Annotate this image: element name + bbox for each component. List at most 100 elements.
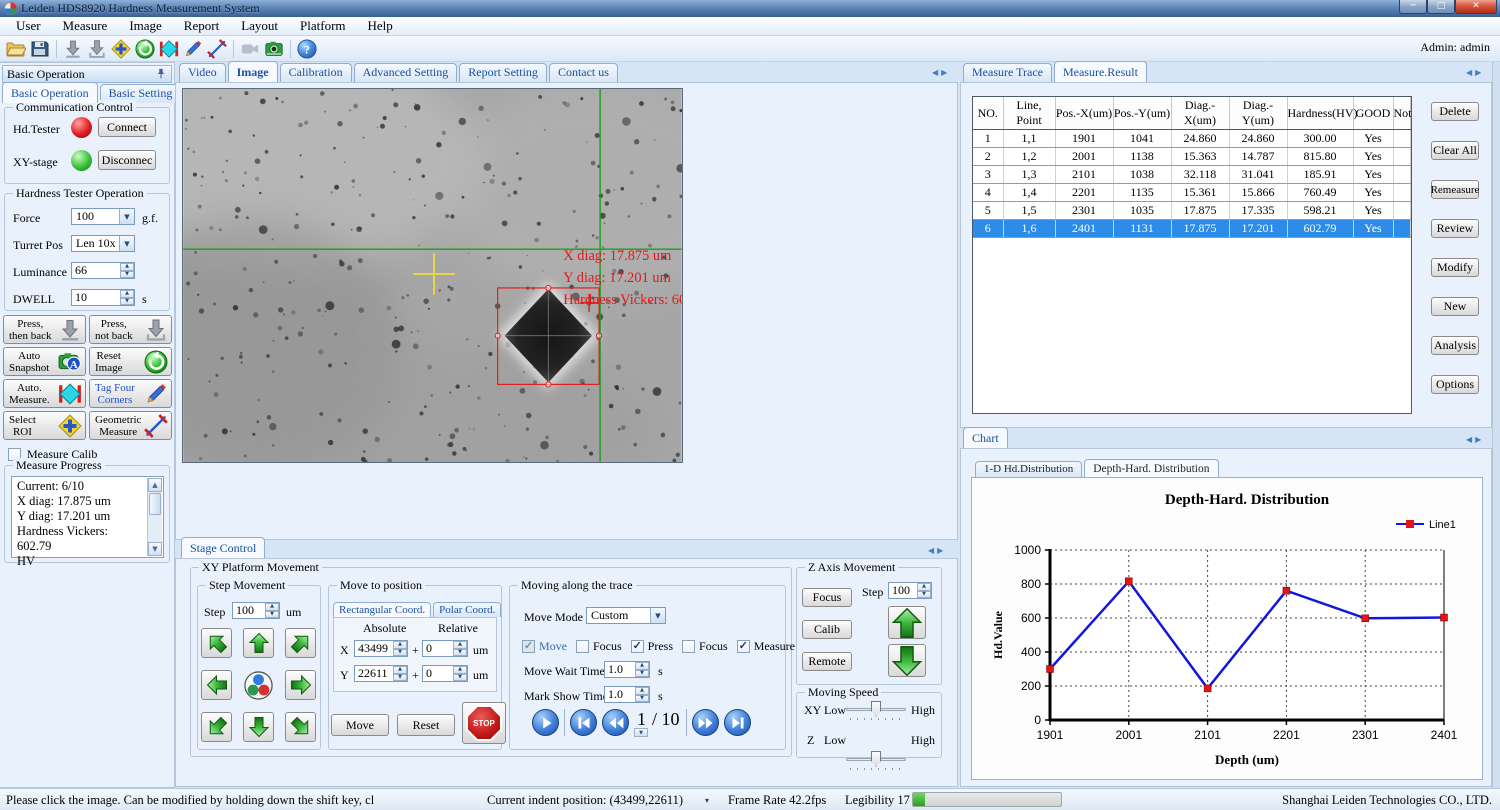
- table-cell[interactable]: 1041: [1113, 130, 1171, 148]
- trace-checkbox-press-2[interactable]: Press: [631, 638, 673, 654]
- move-down-button[interactable]: [243, 712, 274, 742]
- table-cell[interactable]: 1,6: [1003, 220, 1055, 238]
- turret-dropdown[interactable]: Len 10x▼: [71, 235, 135, 252]
- menu-measure[interactable]: Measure: [53, 16, 120, 36]
- table-cell[interactable]: 2101: [1055, 166, 1113, 184]
- column-header[interactable]: Pos.-Y(um): [1113, 97, 1171, 130]
- menu-image[interactable]: Image: [119, 16, 173, 36]
- move-se-button[interactable]: [285, 712, 316, 742]
- progress-scrollbar[interactable]: ▲ ▼: [147, 478, 162, 556]
- checkbox[interactable]: [631, 640, 644, 653]
- table-cell[interactable]: Yes: [1353, 130, 1393, 148]
- y-relative-spinner[interactable]: 0▲▼: [422, 665, 468, 682]
- column-header[interactable]: Hardness(HV): [1287, 97, 1353, 130]
- save-icon[interactable]: [28, 38, 52, 60]
- table-row[interactable]: 11,11901104124.86024.860300.00Yes: [973, 130, 1411, 148]
- table-cell[interactable]: 760.49: [1287, 184, 1353, 202]
- table-cell[interactable]: 2: [973, 148, 1003, 166]
- table-cell[interactable]: 185.91: [1287, 166, 1353, 184]
- press-not-back-icon[interactable]: [85, 38, 109, 60]
- x-relative-spinner[interactable]: 0▲▼: [422, 640, 468, 657]
- tab-report-setting[interactable]: Report Setting: [459, 63, 547, 82]
- table-cell[interactable]: [1393, 184, 1411, 202]
- menu-layout[interactable]: Layout: [231, 16, 290, 36]
- table-cell[interactable]: 15.363: [1171, 148, 1229, 166]
- table-cell[interactable]: 5: [973, 202, 1003, 220]
- x-absolute-spinner[interactable]: 43499▲▼: [354, 640, 408, 657]
- tab-polar-coord[interactable]: Polar Coord.: [433, 602, 501, 617]
- help-icon[interactable]: ?: [295, 38, 319, 60]
- remote-button[interactable]: Remote: [802, 652, 852, 671]
- close-button[interactable]: ✕: [1455, 0, 1497, 14]
- tab-advanced-setting[interactable]: Advanced Setting: [354, 63, 458, 82]
- table-cell[interactable]: [1393, 148, 1411, 166]
- table-row[interactable]: 51,52301103517.87517.335598.21Yes: [973, 202, 1411, 220]
- table-cell[interactable]: 4: [973, 184, 1003, 202]
- specimen-image[interactable]: X diag: 17.875 um Y diag: 17.201 um Hard…: [182, 88, 683, 463]
- center-tab-pager[interactable]: ◀▶: [932, 68, 950, 77]
- table-cell[interactable]: Yes: [1353, 202, 1393, 220]
- mark-show-spinner[interactable]: 1.0▲▼: [604, 686, 650, 703]
- table-cell[interactable]: 15.866: [1229, 184, 1287, 202]
- auto-measure-button[interactable]: Auto.Measure.: [3, 379, 86, 408]
- trace-checkbox-measure-4[interactable]: Measure: [737, 638, 795, 654]
- menu-report[interactable]: Report: [174, 16, 231, 36]
- table-cell[interactable]: 2001: [1055, 148, 1113, 166]
- table-cell[interactable]: [1393, 220, 1411, 238]
- pin-icon[interactable]: [155, 68, 167, 80]
- results-table[interactable]: NO.Line, PointPos.-X(um)Pos.-Y(um)Diag.-…: [973, 97, 1411, 238]
- checkbox[interactable]: [576, 640, 589, 653]
- tab-depth-hard-distribution[interactable]: Depth-Hard. Distribution: [1084, 459, 1218, 477]
- delete-button[interactable]: Delete: [1431, 102, 1479, 121]
- table-cell[interactable]: 15.361: [1171, 184, 1229, 202]
- table-cell[interactable]: 1038: [1113, 166, 1171, 184]
- press-then-back-button[interactable]: Press,then back: [3, 315, 86, 344]
- table-cell[interactable]: Yes: [1353, 220, 1393, 238]
- step-spinner[interactable]: 100▲▼: [232, 602, 280, 619]
- auto-measure-icon[interactable]: [157, 38, 181, 60]
- move-nw-button[interactable]: [201, 628, 232, 658]
- table-cell[interactable]: Yes: [1353, 148, 1393, 166]
- table-cell[interactable]: 1,5: [1003, 202, 1055, 220]
- column-header[interactable]: NO.: [973, 97, 1003, 130]
- modify-button[interactable]: Modify: [1431, 258, 1479, 277]
- table-cell[interactable]: 300.00: [1287, 130, 1353, 148]
- first-point-button[interactable]: [570, 709, 597, 736]
- last-point-button[interactable]: [724, 709, 751, 736]
- table-cell[interactable]: 2401: [1055, 220, 1113, 238]
- table-cell[interactable]: 17.201: [1229, 220, 1287, 238]
- z-down-button[interactable]: [888, 644, 926, 677]
- maximize-button[interactable]: □: [1427, 0, 1455, 14]
- table-cell[interactable]: 1035: [1113, 202, 1171, 220]
- table-row[interactable]: 61,62401113117.87517.201602.79Yes: [973, 220, 1411, 238]
- select-roi-button[interactable]: SelectROI: [3, 411, 86, 440]
- y-absolute-spinner[interactable]: 22611▲▼: [354, 665, 408, 682]
- edit-pencil-icon[interactable]: [181, 38, 205, 60]
- move-up-button[interactable]: [243, 628, 274, 658]
- column-header[interactable]: Line, Point: [1003, 97, 1055, 130]
- table-cell[interactable]: 2301: [1055, 202, 1113, 220]
- press-then-back-icon[interactable]: [61, 38, 85, 60]
- table-cell[interactable]: 602.79: [1287, 220, 1353, 238]
- connect-button[interactable]: Connect: [98, 117, 156, 137]
- table-cell[interactable]: [1393, 130, 1411, 148]
- chart-tab-pager[interactable]: ◀▶: [1466, 435, 1484, 444]
- stage-tab-pager[interactable]: ◀▶: [928, 546, 946, 555]
- status-position-caret[interactable]: ▾: [705, 796, 709, 805]
- z-speed-slider[interactable]: [846, 750, 906, 770]
- tab-calibration[interactable]: Calibration: [280, 63, 352, 82]
- table-cell[interactable]: 1: [973, 130, 1003, 148]
- disconnect-button[interactable]: Disconnec: [98, 150, 156, 170]
- table-cell[interactable]: 1131: [1113, 220, 1171, 238]
- reset-icon[interactable]: [133, 38, 157, 60]
- move-right-button[interactable]: [285, 670, 316, 700]
- tab-video[interactable]: Video: [179, 63, 226, 82]
- move-wait-spinner[interactable]: 1.0▲▼: [604, 661, 650, 678]
- clear-all-button[interactable]: Clear All: [1431, 141, 1479, 160]
- move-left-button[interactable]: [201, 670, 232, 700]
- menu-platform[interactable]: Platform: [290, 16, 358, 36]
- new-button[interactable]: New: [1431, 297, 1479, 316]
- table-cell[interactable]: 31.041: [1229, 166, 1287, 184]
- open-icon[interactable]: [4, 38, 28, 60]
- press-not-back-button[interactable]: Press,not back: [89, 315, 172, 344]
